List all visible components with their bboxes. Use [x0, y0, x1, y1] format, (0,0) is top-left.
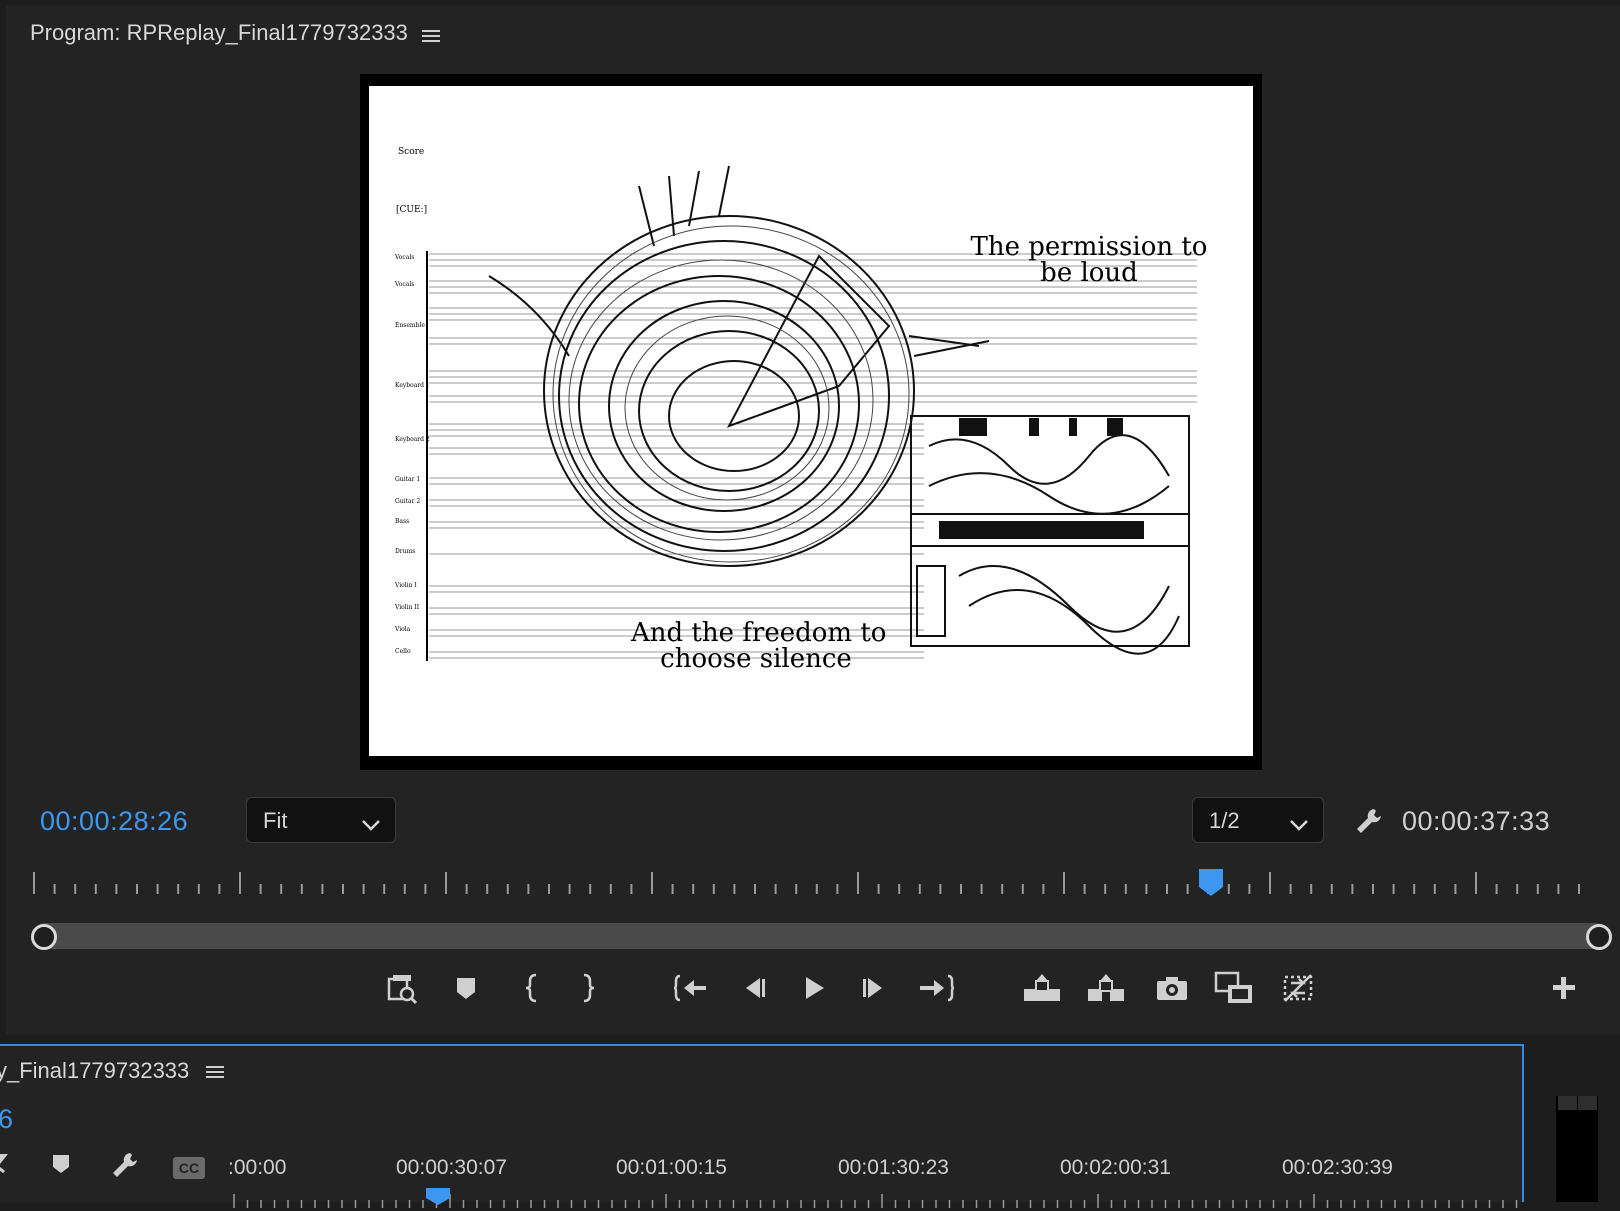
extract-icon[interactable] — [1084, 966, 1128, 1010]
score-image: Score [CUE:] Vocals Vocals Ensemble Keyb… — [369, 86, 1253, 756]
timeline-add-marker-icon[interactable] — [50, 1150, 72, 1181]
playback-resolution-value: 1/2 — [1209, 808, 1240, 833]
instrument-label: Keyboard 1 — [395, 382, 430, 389]
instrument-label: Guitar 2 — [395, 498, 421, 505]
current-timecode[interactable]: 00:00:28:26 — [40, 806, 188, 837]
transport-controls — [0, 966, 1620, 1016]
mark-in-icon[interactable] — [510, 966, 554, 1010]
instrument-label: Ensemble — [395, 322, 425, 329]
go-to-in-icon[interactable] — [670, 966, 714, 1010]
export-frame-icon[interactable] — [1150, 966, 1194, 1010]
playback-resolution-select[interactable]: 1/2 — [1192, 797, 1324, 843]
time-label: 00:01:00:15 — [616, 1156, 727, 1179]
score-text-top: The permission to be loud — [969, 234, 1209, 286]
staff-lines — [429, 253, 1197, 659]
time-label: 00:00:30:07 — [396, 1156, 507, 1179]
timeline-panel: y_Final1779732333 6 CC :00:00 00:00:30:0… — [0, 1044, 1524, 1208]
insert-view-icon[interactable] — [380, 966, 424, 1010]
instrument-label: Keyboard 2 — [395, 436, 430, 443]
instrument-label: Bass — [395, 518, 410, 525]
playhead-marker[interactable] — [1199, 869, 1223, 902]
mark-out-icon[interactable] — [566, 966, 610, 1010]
add-marker-icon[interactable] — [444, 966, 488, 1010]
time-ruler[interactable] — [28, 870, 1593, 900]
time-label: :00:00 — [228, 1156, 287, 1179]
program-monitor-title: Program: RPReplay_Final1779732333 — [30, 20, 408, 45]
zoom-level-select[interactable]: Fit — [246, 797, 396, 843]
go-to-out-icon[interactable] — [914, 966, 958, 1010]
compare-view-icon[interactable] — [1212, 966, 1256, 1010]
timeline-ruler[interactable] — [230, 1194, 1524, 1208]
score-text-bottom-line1: And the freedom to — [631, 618, 887, 648]
timeline-timecode[interactable]: 6 — [0, 1104, 13, 1135]
zoom-scroll-start-handle[interactable] — [31, 924, 57, 950]
time-label: 00:02:30:39 — [1282, 1156, 1393, 1179]
timeline-title: y_Final1779732333 — [0, 1058, 190, 1083]
step-forward-icon[interactable] — [852, 966, 896, 1010]
score-text-top-line2: be loud — [1040, 258, 1138, 288]
timeline-playhead[interactable] — [426, 1188, 450, 1211]
panel-menu-icon[interactable] — [422, 24, 440, 50]
score-header-label: Score — [398, 147, 425, 157]
score-text-top-line1: The permission to — [970, 232, 1208, 262]
captions-icon[interactable]: CC — [172, 1156, 206, 1185]
score-cue-label: [CUE:] — [396, 205, 428, 215]
duration-timecode: 00:00:37:33 — [1402, 806, 1551, 836]
instrument-label: Violin II — [395, 604, 420, 611]
toggle-proxies-icon[interactable] — [1276, 966, 1320, 1010]
time-label: 00:02:00:31 — [1060, 1156, 1171, 1179]
meter-cell — [1578, 1096, 1597, 1110]
zoom-scroll-bar[interactable] — [32, 923, 1608, 949]
chevron-down-icon — [1289, 812, 1309, 838]
instrument-label: Vocals — [395, 254, 415, 261]
meter-cell — [1558, 1096, 1577, 1110]
chevron-down-icon — [361, 812, 381, 838]
instrument-label: Cello — [395, 648, 411, 655]
linked-selection-icon[interactable] — [0, 1150, 16, 1181]
captions-label: CC — [179, 1160, 199, 1176]
instrument-label: Guitar 1 — [395, 476, 421, 483]
step-back-icon[interactable] — [732, 966, 776, 1010]
add-button-icon[interactable] — [1542, 966, 1586, 1010]
zoom-scroll-end-handle[interactable] — [1586, 924, 1612, 950]
zoom-level-value: Fit — [263, 808, 288, 833]
timeline-menu-icon[interactable] — [206, 1060, 224, 1086]
time-label: 00:01:30:23 — [838, 1156, 949, 1179]
settings-wrench-icon[interactable] — [1354, 806, 1384, 841]
instrument-label: Drums — [395, 548, 416, 555]
instrument-label: Violin I — [395, 582, 417, 589]
lift-icon[interactable] — [1020, 966, 1064, 1010]
score-text-bottom-line2: choose silence — [660, 644, 852, 674]
timeline-settings-wrench-icon[interactable] — [110, 1150, 140, 1185]
instrument-label: Viola — [395, 626, 411, 633]
score-text-bottom: And the freedom to choose silence — [631, 618, 887, 674]
audio-meter — [1556, 1096, 1598, 1202]
play-icon[interactable] — [792, 966, 836, 1010]
instrument-label: Vocals — [395, 281, 415, 288]
